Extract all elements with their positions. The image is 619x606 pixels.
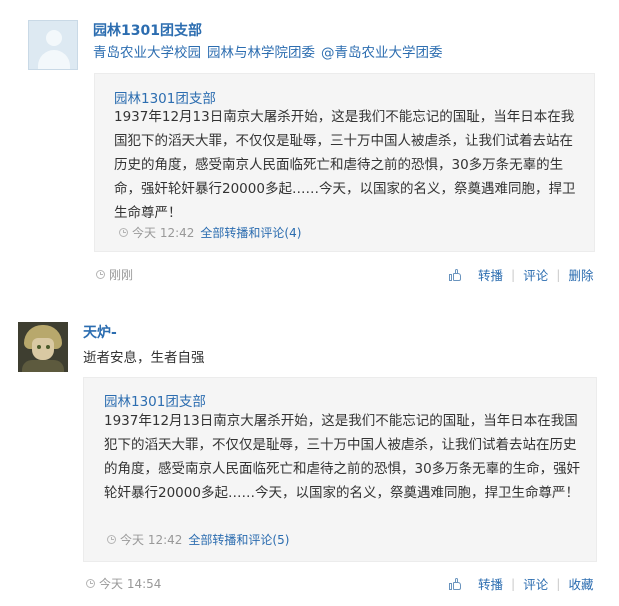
clock-icon [96,270,105,279]
weibo-feed: 园林1301团支部 青岛农业大学校园 园林与林学院团委 @青岛农业大学团委 园林13… [0,0,619,606]
repost-box: 园林1301团支部 1937年12月13日南京大屠杀开始，这是我们不能忘记的国耻… [83,377,597,562]
post-time[interactable]: 刚刚 [109,266,133,283]
post-author[interactable]: 园林1301团支部 [93,20,202,40]
clock-icon [86,579,95,588]
clock-icon [119,228,128,237]
action-divider: | [556,267,561,282]
post-author[interactable]: 天炉- [83,322,117,342]
repost-text: 1937年12月13日南京大屠杀开始，这是我们不能忘记的国耻，当年日本在我国犯下… [104,413,581,501]
repost-button[interactable]: 转播 [478,265,503,284]
repost-author[interactable]: 园林1301团支部 [104,390,206,410]
repost-text: 1937年12月13日南京大屠杀开始，这是我们不能忘记的国耻，当年日本在我国犯下… [114,109,576,221]
repost-meta: 今天 12:42 全部转播和评论(4) [119,224,301,241]
post-meta: 今天 14:54 [86,575,161,592]
action-divider: | [556,576,561,591]
repost-time[interactable]: 今天 12:42 [120,531,182,548]
thumbs-up-icon[interactable] [449,577,462,590]
repost-meta: 今天 12:42 全部转播和评论(5) [107,531,289,548]
all-reposts-comments-link[interactable]: 全部转播和评论(4) [200,224,301,241]
user-head-icon [46,30,62,46]
post-content: 逝者安息，生者自强 [83,350,205,366]
comment-button[interactable]: 评论 [523,574,548,593]
post-meta: 刚刚 [96,266,133,283]
mention-link[interactable]: @青岛农业大学团委 [321,45,443,61]
favorite-button[interactable]: 收藏 [568,574,593,593]
comment-button[interactable]: 评论 [523,265,548,284]
action-divider: | [511,576,516,591]
avatar[interactable] [28,20,78,70]
user-body-icon [38,50,70,69]
repost-author[interactable]: 园林1301团支部 [114,87,216,107]
repost-box: 园林1301团支部 1937年12月13日南京大屠杀开始，这是我们不能忘记的国耻… [94,73,595,252]
tag-link[interactable]: 青岛农业大学校园 [93,45,201,61]
avatar[interactable] [18,322,68,372]
all-reposts-comments-link[interactable]: 全部转播和评论(5) [188,531,289,548]
repost-button[interactable]: 转播 [478,574,503,593]
post-time[interactable]: 今天 14:54 [99,575,161,592]
thumbs-up-icon[interactable] [449,268,462,281]
repost-time[interactable]: 今天 12:42 [132,224,194,241]
post-item: 园林1301团支部 青岛农业大学校园 园林与林学院团委 @青岛农业大学团委 园林13… [0,0,619,300]
post-content: 青岛农业大学校园 园林与林学院团委 @青岛农业大学团委 [93,41,449,61]
post-actions: 转播 | 评论 | 收藏 [449,574,593,593]
post-actions: 转播 | 评论 | 删除 [449,265,593,284]
clock-icon [107,535,116,544]
action-divider: | [511,267,516,282]
tag-link[interactable]: 园林与林学院团委 [207,45,315,61]
delete-button[interactable]: 删除 [568,265,593,284]
